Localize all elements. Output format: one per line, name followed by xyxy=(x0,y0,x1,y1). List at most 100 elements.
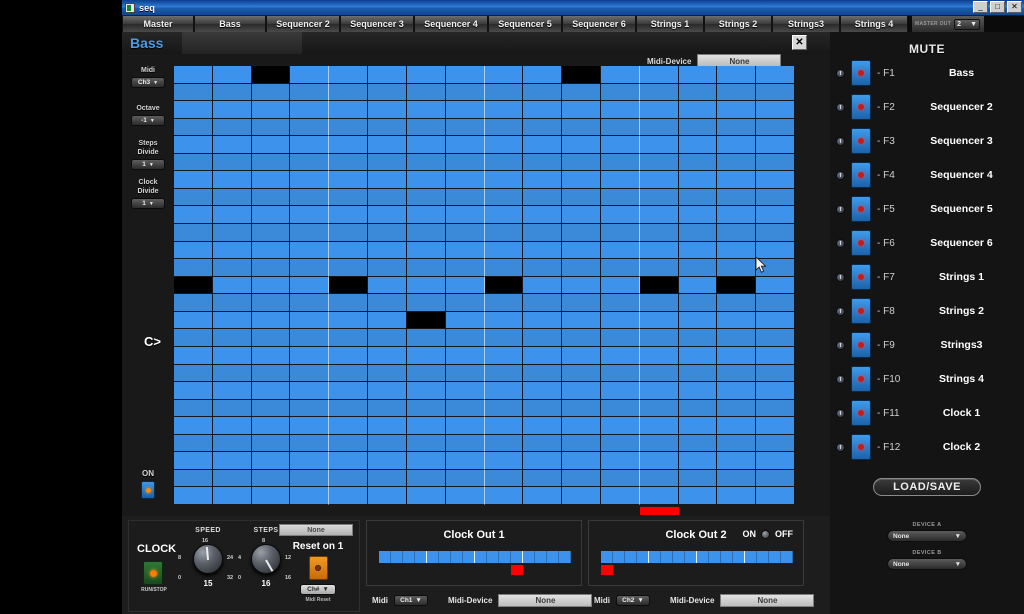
step-cell[interactable] xyxy=(290,276,330,295)
step-cell[interactable] xyxy=(562,382,601,400)
step-cell[interactable] xyxy=(251,188,291,207)
step-cell[interactable] xyxy=(251,118,291,137)
step-cell[interactable] xyxy=(212,487,252,505)
step-cell[interactable] xyxy=(639,259,679,277)
step-cell[interactable] xyxy=(174,382,213,400)
step-cell[interactable] xyxy=(717,487,757,505)
step-cell[interactable] xyxy=(445,224,485,242)
knob-icon[interactable] xyxy=(836,272,845,282)
clock-step[interactable] xyxy=(451,551,463,563)
step-cell[interactable] xyxy=(523,224,563,242)
step-cell[interactable] xyxy=(600,224,640,242)
step-cell[interactable] xyxy=(329,417,369,435)
step-cell[interactable] xyxy=(445,417,485,435)
step-cell[interactable] xyxy=(406,188,446,207)
step-cell[interactable] xyxy=(717,136,757,154)
step-cell[interactable] xyxy=(639,311,679,330)
step-cell[interactable] xyxy=(212,241,252,260)
step-cell[interactable] xyxy=(756,101,795,119)
clock-out-1-midi-select[interactable]: Ch1 ▼ xyxy=(394,594,428,606)
step-cell[interactable] xyxy=(756,241,795,260)
step-cell[interactable] xyxy=(445,364,485,383)
step-cell[interactable] xyxy=(756,346,795,365)
device-a-select[interactable]: None ▼ xyxy=(887,530,967,542)
step-cell[interactable] xyxy=(368,153,407,172)
step-cell[interactable] xyxy=(600,469,640,488)
step-cell[interactable] xyxy=(329,399,369,418)
step-cell[interactable] xyxy=(484,259,524,277)
step-cell[interactable] xyxy=(600,417,640,435)
step-cell[interactable] xyxy=(717,399,757,418)
step-cell[interactable] xyxy=(639,399,679,418)
tab-sequencer-3[interactable]: Sequencer 3 xyxy=(340,16,414,32)
step-cell[interactable] xyxy=(445,259,485,277)
step-cell[interactable] xyxy=(329,382,369,400)
step-grid[interactable] xyxy=(174,66,795,505)
step-cell[interactable] xyxy=(329,487,369,505)
step-cell[interactable] xyxy=(523,83,563,102)
step-cell[interactable] xyxy=(174,241,213,260)
step-cell[interactable] xyxy=(368,364,407,383)
step-cell[interactable] xyxy=(562,171,601,189)
step-cell[interactable] xyxy=(639,206,679,225)
step-cell[interactable] xyxy=(639,276,679,295)
clock-step[interactable] xyxy=(685,551,697,563)
step-cell[interactable] xyxy=(600,66,640,84)
step-cell[interactable] xyxy=(717,311,757,330)
step-cell[interactable] xyxy=(445,311,485,330)
step-cell[interactable] xyxy=(174,452,213,470)
clock-step[interactable] xyxy=(379,551,391,563)
step-cell[interactable] xyxy=(484,487,524,505)
step-cell[interactable] xyxy=(523,399,563,418)
step-cell[interactable] xyxy=(678,83,718,102)
step-cell[interactable] xyxy=(562,399,601,418)
reset-device-select[interactable]: None xyxy=(279,524,353,536)
step-cell[interactable] xyxy=(678,118,718,137)
step-cell[interactable] xyxy=(756,452,795,470)
step-cell[interactable] xyxy=(329,171,369,189)
step-cell[interactable] xyxy=(484,224,524,242)
step-cell[interactable] xyxy=(523,469,563,488)
mute-button-11[interactable] xyxy=(851,400,871,426)
step-cell[interactable] xyxy=(639,452,679,470)
step-cell[interactable] xyxy=(368,329,407,347)
step-cell[interactable] xyxy=(639,153,679,172)
step-cell[interactable] xyxy=(717,329,757,347)
step-cell[interactable] xyxy=(445,83,485,102)
step-cell[interactable] xyxy=(174,171,213,189)
step-cell[interactable] xyxy=(484,66,524,84)
step-cell[interactable] xyxy=(756,434,795,453)
clock-step[interactable] xyxy=(769,551,781,563)
knob-icon[interactable] xyxy=(836,136,845,146)
master-out-select[interactable]: 2 ▼ xyxy=(954,18,981,30)
step-cell[interactable] xyxy=(406,452,446,470)
step-cell[interactable] xyxy=(445,294,485,312)
step-cell[interactable] xyxy=(174,294,213,312)
step-cell[interactable] xyxy=(600,399,640,418)
step-cell[interactable] xyxy=(212,311,252,330)
step-cell[interactable] xyxy=(756,382,795,400)
step-cell[interactable] xyxy=(678,382,718,400)
step-cell[interactable] xyxy=(445,346,485,365)
step-cell[interactable] xyxy=(329,101,369,119)
step-cell[interactable] xyxy=(678,469,718,488)
step-cell[interactable] xyxy=(329,276,369,295)
step-cell[interactable] xyxy=(562,276,601,295)
step-cell[interactable] xyxy=(329,83,369,102)
step-cell[interactable] xyxy=(212,399,252,418)
step-cell[interactable] xyxy=(290,83,330,102)
step-cell[interactable] xyxy=(174,259,213,277)
step-cell[interactable] xyxy=(717,469,757,488)
step-cell[interactable] xyxy=(406,294,446,312)
step-cell[interactable] xyxy=(406,311,446,330)
step-cell[interactable] xyxy=(329,364,369,383)
step-cell[interactable] xyxy=(678,487,718,505)
step-cell[interactable] xyxy=(251,469,291,488)
step-cell[interactable] xyxy=(717,224,757,242)
step-cell[interactable] xyxy=(523,206,563,225)
step-cell[interactable] xyxy=(562,259,601,277)
step-cell[interactable] xyxy=(251,241,291,260)
minimize-button[interactable]: _ xyxy=(973,1,988,13)
step-cell[interactable] xyxy=(290,136,330,154)
tab-strings-3[interactable]: Strings3 xyxy=(772,16,840,32)
